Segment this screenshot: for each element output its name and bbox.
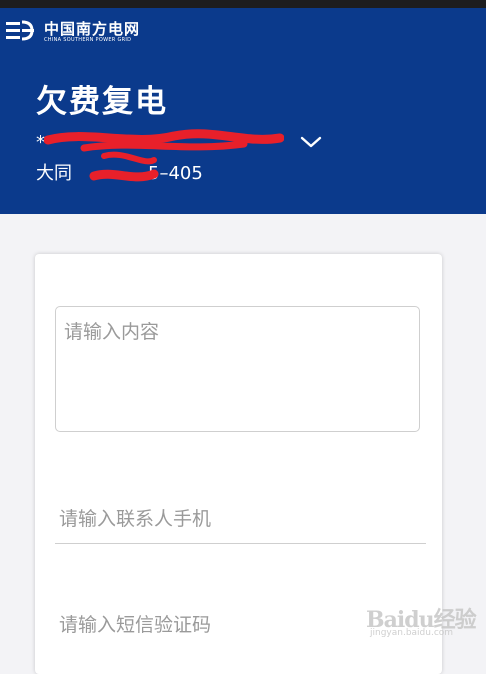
brand-name-cn: 中国南方电网 xyxy=(44,20,141,38)
baidu-watermark: Baidu经验 jingyan.baidu.com xyxy=(366,596,482,646)
watermark-url: jingyan.baidu.com xyxy=(370,628,454,638)
top-status-strip xyxy=(0,0,486,8)
contact-phone-input[interactable] xyxy=(55,494,426,544)
power-grid-logo-icon xyxy=(6,20,34,41)
content-textarea[interactable] xyxy=(55,306,420,432)
redaction-scribble xyxy=(44,129,284,182)
account-switch-chevron-icon[interactable] xyxy=(296,132,326,154)
header: 中国南方电网 CHINA SOUTHERN POWER GRID 欠费复电 * … xyxy=(0,8,486,214)
page-title: 欠费复电 xyxy=(36,84,168,120)
brand-name-en: CHINA SOUTHERN POWER GRID xyxy=(44,37,132,43)
